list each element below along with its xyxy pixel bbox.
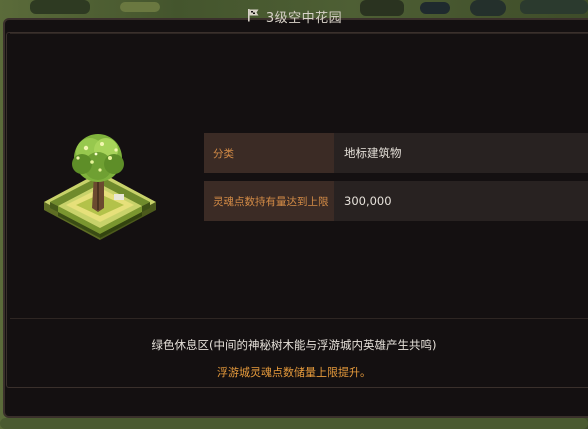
window-title: 3级空中花园 bbox=[265, 10, 343, 26]
description-divider bbox=[10, 318, 588, 319]
title-divider bbox=[10, 33, 588, 34]
soul-capacity-label: 灵魂点数持有量达到上限 bbox=[204, 181, 334, 221]
building-description: 绿色休息区(中间的神秘树木能与浮游城内英雄产生共鸣) bbox=[151, 338, 437, 352]
info-row-category: 分类 地标建筑物 bbox=[204, 133, 588, 173]
category-label: 分类 bbox=[204, 133, 334, 173]
info-row-soul-capacity: 灵魂点数持有量达到上限 300,000 bbox=[204, 181, 588, 221]
title-bar: 3级空中花园 bbox=[0, 0, 588, 32]
flag-icon bbox=[247, 9, 259, 22]
category-value: 地标建筑物 bbox=[334, 133, 588, 173]
sky-garden-building-icon bbox=[44, 134, 156, 240]
background-tile bbox=[0, 418, 588, 429]
building-effect-text: 浮游城灵魂点数储量上限提升。 bbox=[217, 366, 371, 379]
soul-capacity-value: 300,000 bbox=[334, 181, 588, 221]
